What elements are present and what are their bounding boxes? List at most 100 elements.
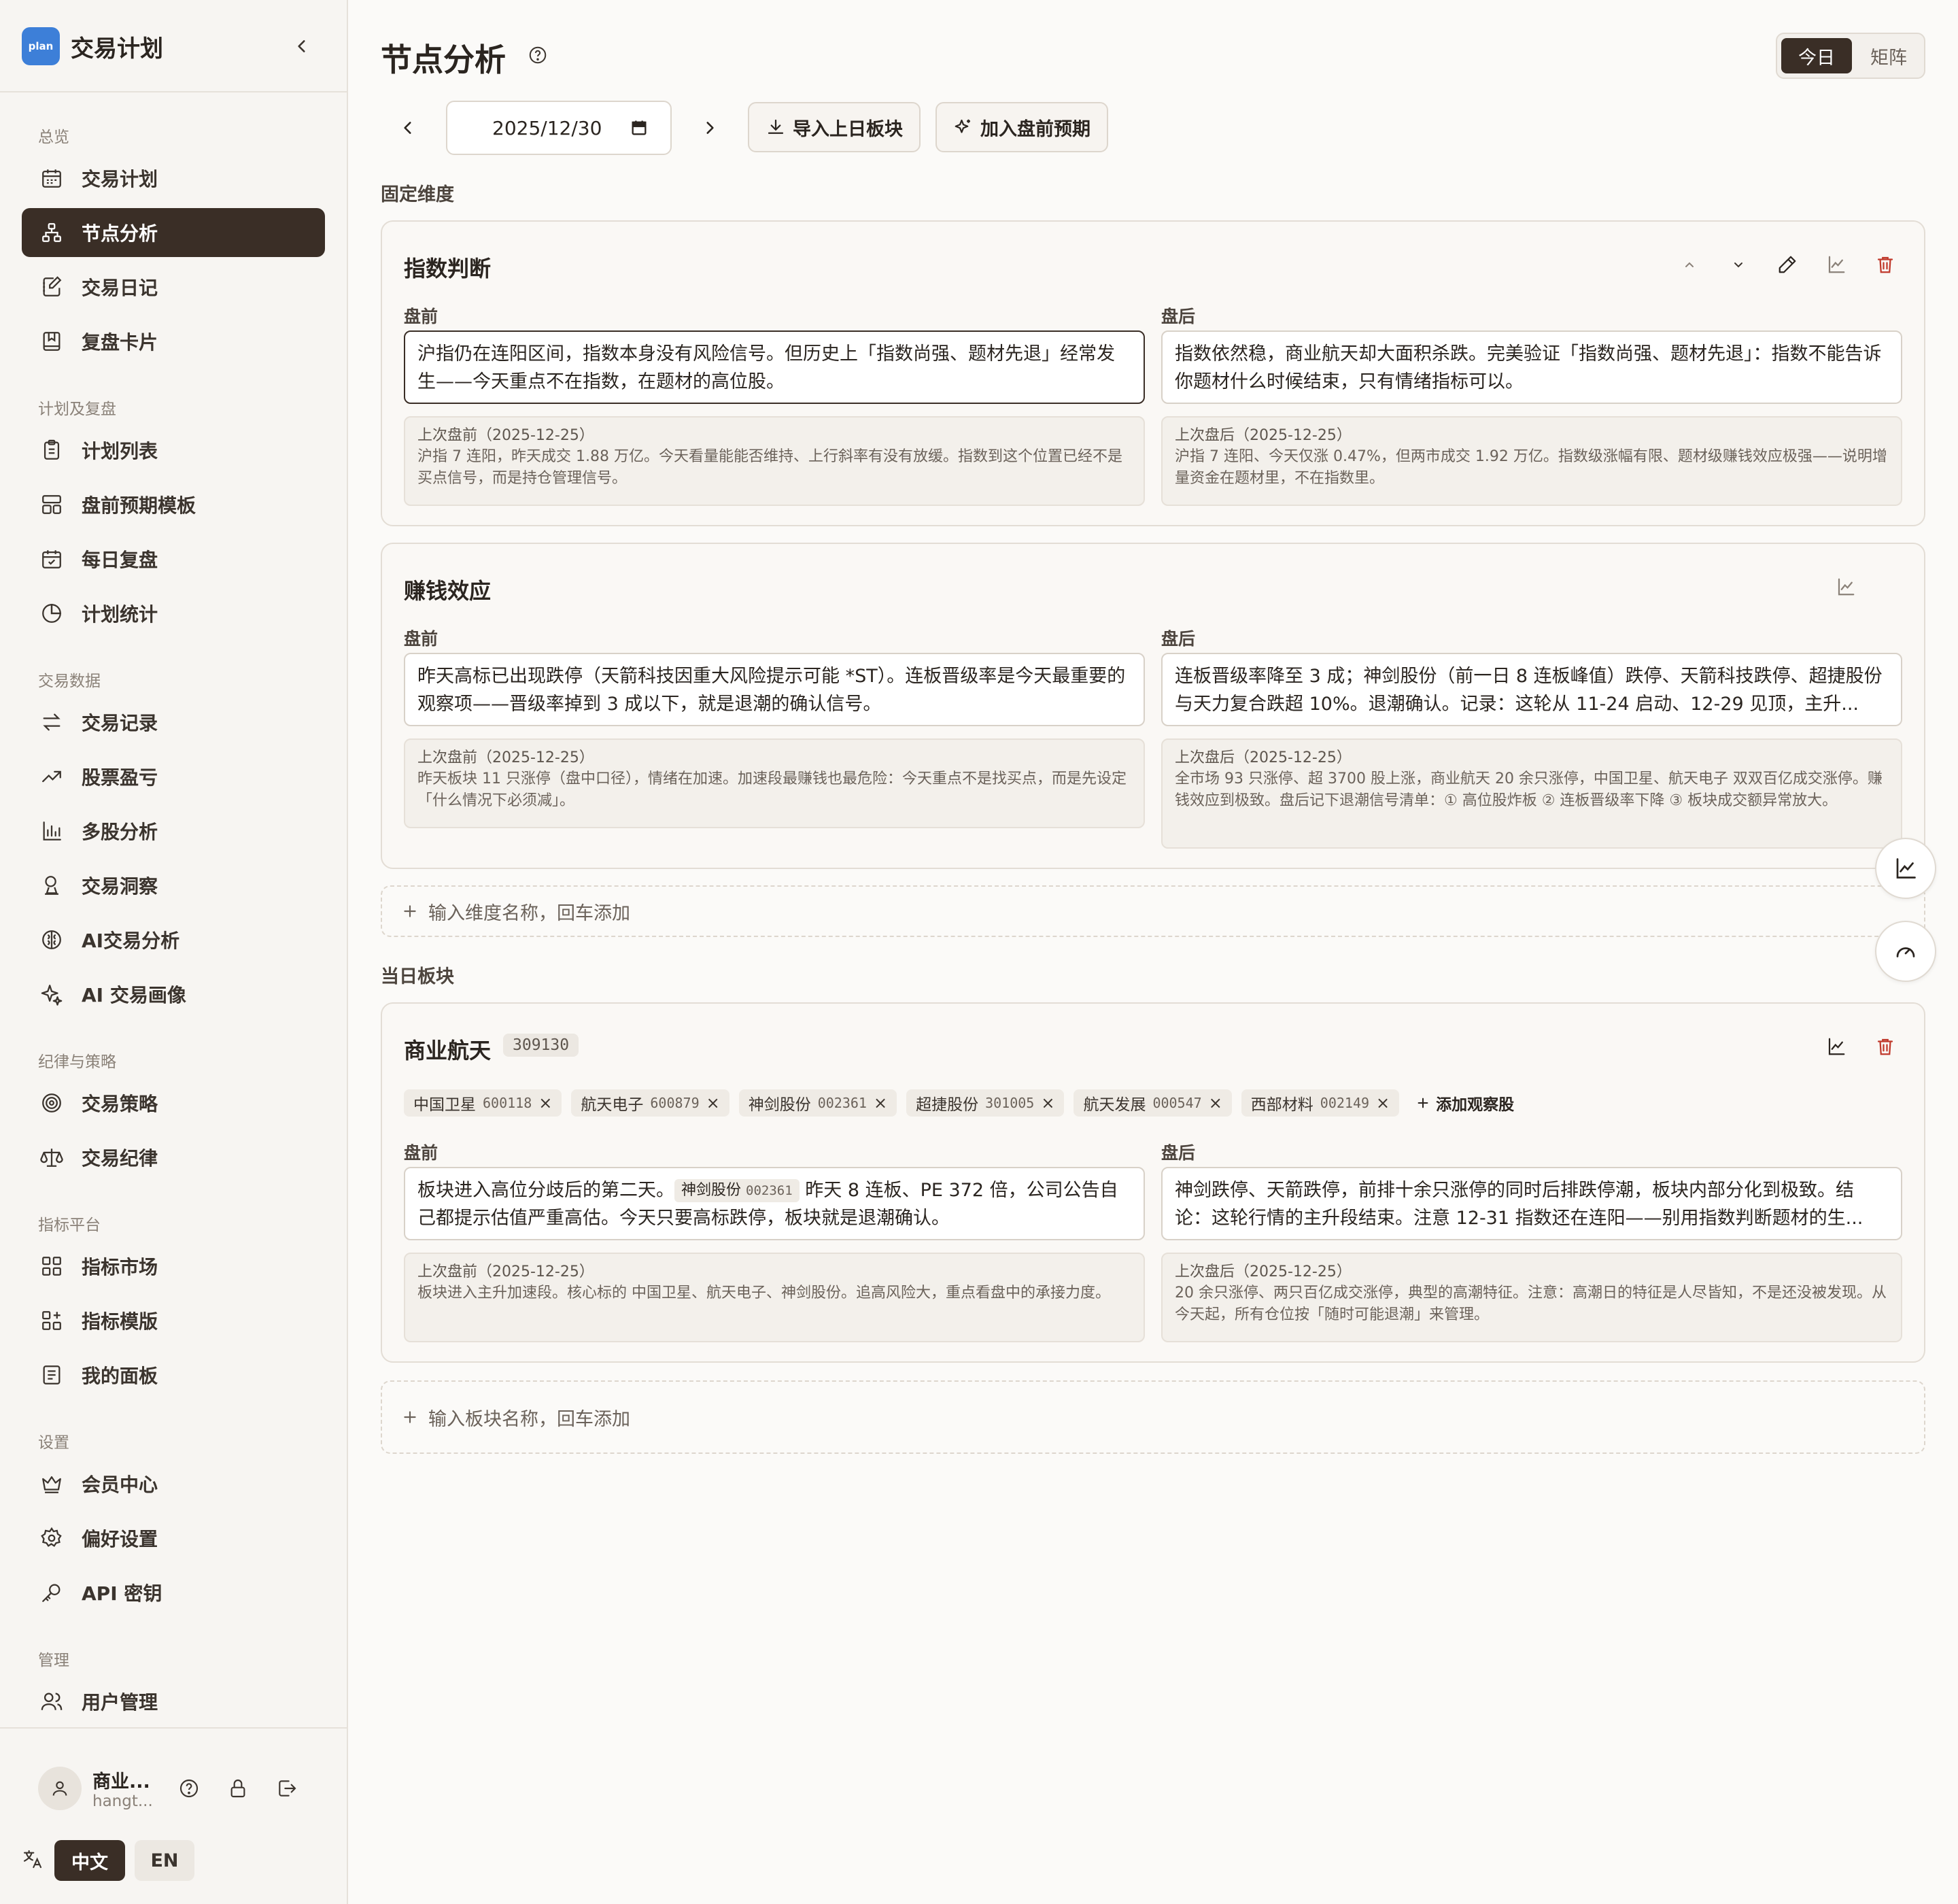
add-sector-input[interactable]: 输入板块名称，回车添加 [381, 1380, 1925, 1454]
page-help-button[interactable] [526, 44, 549, 67]
lock-button[interactable] [224, 1775, 252, 1802]
pre-text-input[interactable]: 板块进入高位分歧后的第二天。 神剑股份 002361 昨天 8 连板、PE 372… [404, 1167, 1145, 1240]
view-today-button[interactable]: 今日 [1781, 38, 1852, 73]
sidebar-item-ai-analysis[interactable]: AI交易分析 [22, 915, 325, 964]
remove-icon[interactable]: × [538, 1093, 552, 1112]
prev-pre-title: 上次盘前（2025-12-25） [417, 749, 594, 766]
sidebar: plan 交易计划 总览 计划及复盘 交易数据 纪律与策略 指标平台 设置 管理… [0, 0, 348, 1904]
sidebar-item-indicator-market[interactable]: 指标市场 [22, 1242, 325, 1291]
lang-en-button[interactable]: EN [135, 1840, 194, 1881]
add-dimension-input[interactable]: 输入维度名称，回车添加 [381, 885, 1925, 937]
add-premarket-button[interactable]: 加入盘前预期 [935, 102, 1108, 152]
inline-stock-tag[interactable]: 神剑股份 002361 [674, 1179, 800, 1202]
sidebar-item-strategy[interactable]: 交易策略 [22, 1078, 325, 1127]
chart-button[interactable] [1830, 571, 1861, 602]
sidebar-header: plan 交易计划 [0, 0, 347, 92]
post-text-input[interactable]: 连板晋级率降至 3 成；神剑股份（前一日 8 连板峰值）跌停、天箭科技跌停、超捷… [1161, 653, 1902, 726]
card-actions [1830, 571, 1901, 602]
delete-button[interactable] [1870, 249, 1901, 280]
sidebar-item-discipline[interactable]: 交易纪律 [22, 1133, 325, 1182]
section-label-trade-data: 交易数据 [38, 673, 101, 690]
floating-gauge-button[interactable] [1875, 921, 1936, 982]
sidebar-item-review-card[interactable]: 复盘卡片 [22, 317, 325, 366]
lang-zh-button[interactable]: 中文 [54, 1840, 125, 1881]
sidebar-item-multi-stock[interactable]: 多股分析 [22, 806, 325, 855]
sidebar-item-plan-stats[interactable]: 计划统计 [22, 589, 325, 638]
next-date-button[interactable] [693, 112, 726, 144]
dimension-card-profit-effect: 赚钱效应 盘前 盘后 昨天高标已出现跌停（天箭科技因重大风险提示可能 *ST）。… [381, 543, 1925, 869]
sidebar-item-trade-plan[interactable]: 交易计划 [22, 154, 325, 203]
clipboard-list-icon [38, 437, 65, 464]
sitemap-icon [38, 219, 65, 246]
view-matrix-button[interactable]: 矩阵 [1856, 38, 1921, 73]
sidebar-item-ai-portrait[interactable]: AI 交易画像 [22, 970, 325, 1019]
stock-tag[interactable]: 西部材料 002149 × [1241, 1089, 1400, 1117]
sidebar-item-daily-review[interactable]: 每日复盘 [22, 534, 325, 583]
sidebar-item-node-analysis[interactable]: 节点分析 [22, 208, 325, 257]
sidebar-item-stock-pnl[interactable]: 股票盈亏 [22, 752, 325, 801]
plus-icon [1418, 1098, 1428, 1108]
dimension-card-index: 指数判断 盘前 盘后 沪指仍在连阳区间，指数本身没有风险信号。但历史上「指数尚强… [381, 220, 1925, 526]
collapse-sidebar-button[interactable] [288, 33, 315, 60]
remove-icon[interactable]: × [1376, 1093, 1390, 1112]
scale-icon [38, 1144, 65, 1171]
user-email: hangt... [92, 1792, 153, 1810]
translate-icon [19, 1846, 46, 1873]
chart-button[interactable] [1821, 1031, 1852, 1062]
remove-icon[interactable]: × [874, 1093, 887, 1112]
remove-icon[interactable]: × [1209, 1093, 1222, 1112]
watch-stock-tags: 中国卫星 600118 × 航天电子 600879 × 神剑股份 002361 × 超捷股份… [404, 1089, 1514, 1117]
avatar[interactable] [38, 1767, 82, 1810]
sidebar-item-membership[interactable]: 会员中心 [22, 1459, 325, 1508]
delete-button[interactable] [1870, 1031, 1901, 1062]
sidebar-item-user-management[interactable]: 用户管理 [22, 1677, 325, 1726]
remove-icon[interactable]: × [1041, 1093, 1054, 1112]
sidebar-item-my-panel[interactable]: 我的面板 [22, 1350, 325, 1399]
post-text-input[interactable]: 神剑跌停、天箭跌停，前排十余只涨停的同时后排跌停潮，板块内部分化到极致。结论：这… [1161, 1167, 1902, 1240]
sector-card: 商业航天 309130 中国卫星 600118 × 航天电子 600879 × 神剑股份… [381, 1002, 1925, 1363]
pre-text-input[interactable]: 昨天高标已出现跌停（天箭科技因重大风险提示可能 *ST）。连板晋级率是今天最重要… [404, 653, 1145, 726]
stock-tag[interactable]: 航天发展 000547 × [1074, 1089, 1232, 1117]
sidebar-item-indicator-template[interactable]: 指标模版 [22, 1296, 325, 1345]
sidebar-item-plan-list[interactable]: 计划列表 [22, 426, 325, 475]
calendar-icon[interactable] [627, 116, 651, 140]
pencil-icon [1779, 256, 1796, 273]
logout-button[interactable] [273, 1775, 300, 1802]
grid-plus-icon [38, 1307, 65, 1334]
sidebar-item-preferences[interactable]: 偏好设置 [22, 1514, 325, 1563]
sidebar-item-trade-records[interactable]: 交易记录 [22, 698, 325, 747]
sidebar-item-api-key[interactable]: API 密钥 [22, 1568, 325, 1617]
stock-tag[interactable]: 神剑股份 002361 × [738, 1089, 897, 1117]
help-button[interactable] [175, 1775, 203, 1802]
sidebar-item-premarket-template[interactable]: 盘前预期模板 [22, 480, 325, 529]
prev-post-body: 沪指 7 连阳、今天仅涨 0.47%，但两市成交 1.92 万亿。指数级涨幅有限… [1175, 448, 1887, 487]
date-picker[interactable]: 2025/12/30 [446, 101, 672, 155]
move-down-button[interactable] [1723, 249, 1754, 280]
remove-icon[interactable]: × [706, 1093, 720, 1112]
line-chart-icon [1896, 858, 1916, 879]
sidebar-item-trade-diary[interactable]: 交易日记 [22, 262, 325, 311]
pre-text-input[interactable]: 沪指仍在连阳区间，指数本身没有风险信号。但历史上「指数尚强、题材先退」经常发生—… [404, 330, 1145, 404]
insight-icon [38, 872, 65, 899]
lock-icon [230, 1780, 245, 1798]
stock-tag[interactable]: 超捷股份 301005 × [906, 1089, 1065, 1117]
post-text-input[interactable]: 指数依然稳，商业航天却大面积杀跌。完美验证「指数尚强、题材先退」：指数不能告诉你… [1161, 330, 1902, 404]
add-watch-stock-button[interactable]: 添加观察股 [1415, 1091, 1514, 1115]
prev-date-button[interactable] [392, 112, 424, 144]
chart-button[interactable] [1821, 249, 1852, 280]
prev-post-title: 上次盘后（2025-12-25） [1175, 1263, 1352, 1280]
edit-button[interactable] [1772, 249, 1803, 280]
line-chart-icon [1828, 256, 1845, 273]
calendar-grid-icon [38, 165, 65, 192]
card-actions [1821, 1031, 1901, 1062]
floating-chart-button[interactable] [1875, 838, 1936, 899]
move-up-button[interactable] [1674, 249, 1705, 280]
stock-tag[interactable]: 航天电子 600879 × [571, 1089, 729, 1117]
sidebar-item-trade-insight[interactable]: 交易洞察 [22, 861, 325, 910]
arrows-exchange-icon [38, 709, 65, 736]
import-prev-sector-button[interactable]: 导入上日板块 [748, 102, 921, 152]
prev-post-title: 上次盘后（2025-12-25） [1175, 749, 1352, 766]
stock-tag[interactable]: 中国卫星 600118 × [404, 1089, 562, 1117]
line-chart-icon [1828, 1038, 1845, 1055]
prev-post-body: 全市场 93 只涨停、超 3700 股上涨，商业航天 20 余只涨停，中国卫星、… [1175, 770, 1883, 809]
